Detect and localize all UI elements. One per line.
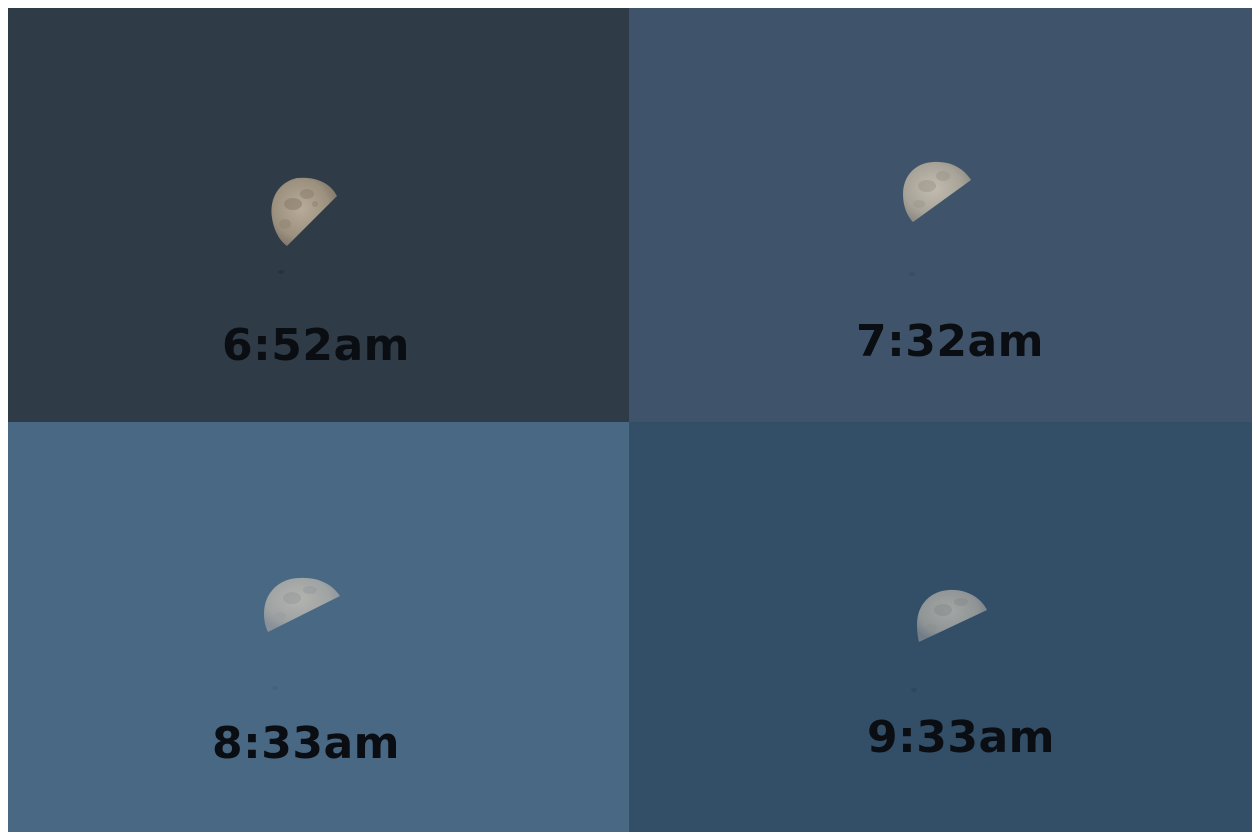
moon-photo-panel-2: 7:32am [629,8,1252,422]
sky-speck [272,686,278,690]
photo-collage: 6:52am 7:32am 8:33am 9:33am [8,8,1252,832]
moon-image [271,177,337,246]
moon-photo-panel-1: 6:52am [8,8,629,422]
moon-photo-panel-3: 8:33am [8,422,629,832]
moon-image [264,577,340,632]
time-label: 6:52am [222,320,410,371]
sky-speck [911,688,917,692]
time-label: 7:32am [856,316,1044,367]
time-label: 8:33am [212,718,400,769]
sky-speck [278,270,284,274]
moon-image [917,589,987,642]
moon-photo-panel-4: 9:33am [629,422,1252,832]
time-label: 9:33am [867,712,1055,763]
sky-speck [909,272,915,276]
moon-image [903,161,971,222]
